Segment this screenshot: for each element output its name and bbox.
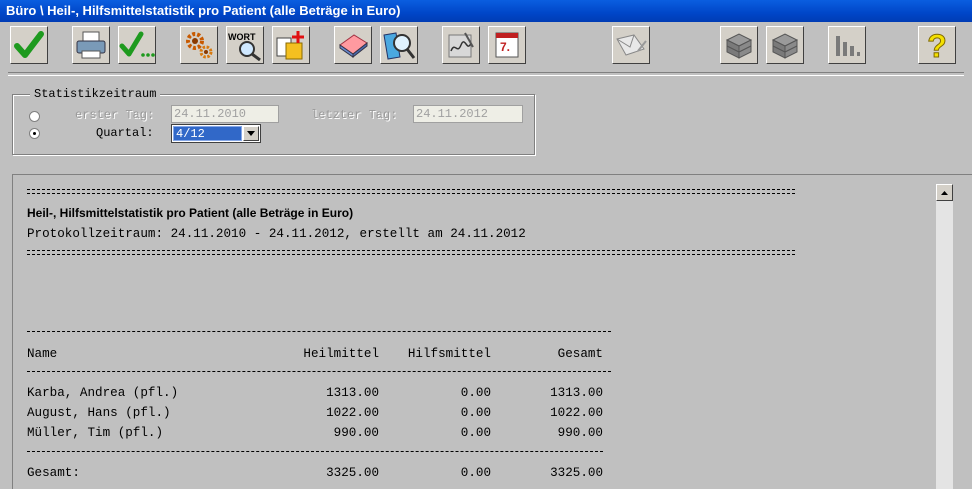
eraser-icon: [339, 34, 368, 59]
help-button[interactable]: ?: [918, 26, 956, 64]
report-period: Protokollzeitraum: 24.11.2010 - 24.11.20…: [27, 227, 526, 241]
check-dots-icon: [119, 31, 155, 57]
signature-icon: [448, 32, 474, 58]
statistics-button[interactable]: [828, 26, 866, 64]
quarter-dropdown-button[interactable]: [243, 126, 259, 141]
stack-icon: [725, 33, 753, 59]
chevron-up-icon: [941, 190, 948, 195]
archive-button[interactable]: [720, 26, 758, 64]
first-day-field[interactable]: 24.11.2010: [171, 105, 279, 123]
quarter-radio[interactable]: [29, 128, 40, 139]
total-heilmittel: 3325.00: [326, 466, 379, 480]
report-rule: [27, 331, 611, 332]
svg-text:7.: 7.: [500, 40, 510, 54]
row-hilfsmittel: 0.00: [460, 426, 491, 440]
report-scrollbar[interactable]: [936, 184, 953, 489]
row-hilfsmittel: 0.00: [460, 406, 491, 420]
quarter-label: Quartal:: [96, 126, 154, 140]
stack-icon: [771, 33, 799, 59]
total-label: Gesamt:: [27, 466, 80, 480]
quarter-select-value: 4/12: [173, 126, 242, 141]
row-name: Karba, Andrea (pfl.): [27, 386, 179, 400]
search-button[interactable]: [380, 26, 418, 64]
scroll-up-button[interactable]: [936, 184, 953, 201]
row-name: August, Hans (pfl.): [27, 406, 171, 420]
toolbar: WORT 7. ?: [0, 22, 972, 68]
svg-text:WORT: WORT: [228, 32, 256, 42]
row-heilmittel: 1313.00: [326, 386, 379, 400]
envelope-icon: [616, 34, 647, 56]
column-header-gesamt: Gesamt: [557, 347, 603, 361]
row-gesamt: 1022.00: [550, 406, 603, 420]
column-header-hilfsmittel: Hilfsmittel: [407, 347, 491, 361]
last-day-label: letzter Tag:: [311, 108, 398, 122]
window-title: Büro \ Heil-, Hilfsmittelstatistik pro P…: [0, 0, 972, 22]
quarter-select[interactable]: 4/12: [171, 124, 261, 143]
settings-button[interactable]: [180, 26, 218, 64]
period-groupbox: [12, 94, 535, 155]
row-gesamt: 1313.00: [550, 386, 603, 400]
printer-icon: [76, 31, 106, 59]
row-heilmittel: 1022.00: [326, 406, 379, 420]
calendar-icon: 7.: [495, 32, 519, 58]
calendar-button[interactable]: 7.: [488, 26, 526, 64]
first-day-label: erster Tag:: [75, 108, 155, 122]
gears-icon: [186, 32, 213, 59]
print-button[interactable]: [72, 26, 110, 64]
svg-text:?: ?: [927, 28, 947, 62]
last-day-field[interactable]: 24.11.2012: [413, 105, 523, 123]
column-header-name: Name: [27, 347, 58, 361]
word-export-icon: WORT: [228, 32, 261, 61]
copy-document-icon: [276, 31, 304, 60]
total-hilfsmittel: 0.00: [460, 466, 491, 480]
report-double-rule: [27, 250, 795, 255]
archive-2-button[interactable]: [766, 26, 804, 64]
checkmark-icon: [14, 31, 44, 58]
report-rule: [27, 451, 603, 452]
row-heilmittel: 990.00: [333, 426, 379, 440]
word-export-button[interactable]: WORT: [226, 26, 264, 64]
report-title: Heil-, Hilfsmittelstatistik pro Patient …: [27, 206, 354, 220]
row-gesamt: 990.00: [557, 426, 603, 440]
magnifier-icon: [383, 32, 416, 60]
help-icon: ?: [927, 28, 948, 62]
sign-button[interactable]: [442, 26, 480, 64]
confirm-button[interactable]: [10, 26, 48, 64]
row-hilfsmittel: 0.00: [460, 386, 491, 400]
copy-document-button[interactable]: [272, 26, 310, 64]
chevron-down-icon: [247, 131, 255, 136]
erase-button[interactable]: [334, 26, 372, 64]
first-day-radio[interactable]: [29, 111, 40, 122]
report-double-rule: [27, 189, 795, 194]
row-name: Müller, Tim (pfl.): [27, 426, 164, 440]
period-legend: Statistikzeitraum: [30, 87, 161, 101]
column-header-heilmittel: Heilmittel: [303, 347, 379, 361]
bar-chart-icon: [836, 36, 860, 56]
total-gesamt: 3325.00: [550, 466, 603, 480]
report-view[interactable]: Heil-, Hilfsmittelstatistik pro Patient …: [12, 174, 972, 489]
report-rule: [27, 371, 611, 372]
mail-button[interactable]: [612, 26, 650, 64]
toolbar-separator: [8, 72, 964, 76]
check-all-button[interactable]: [118, 26, 156, 64]
